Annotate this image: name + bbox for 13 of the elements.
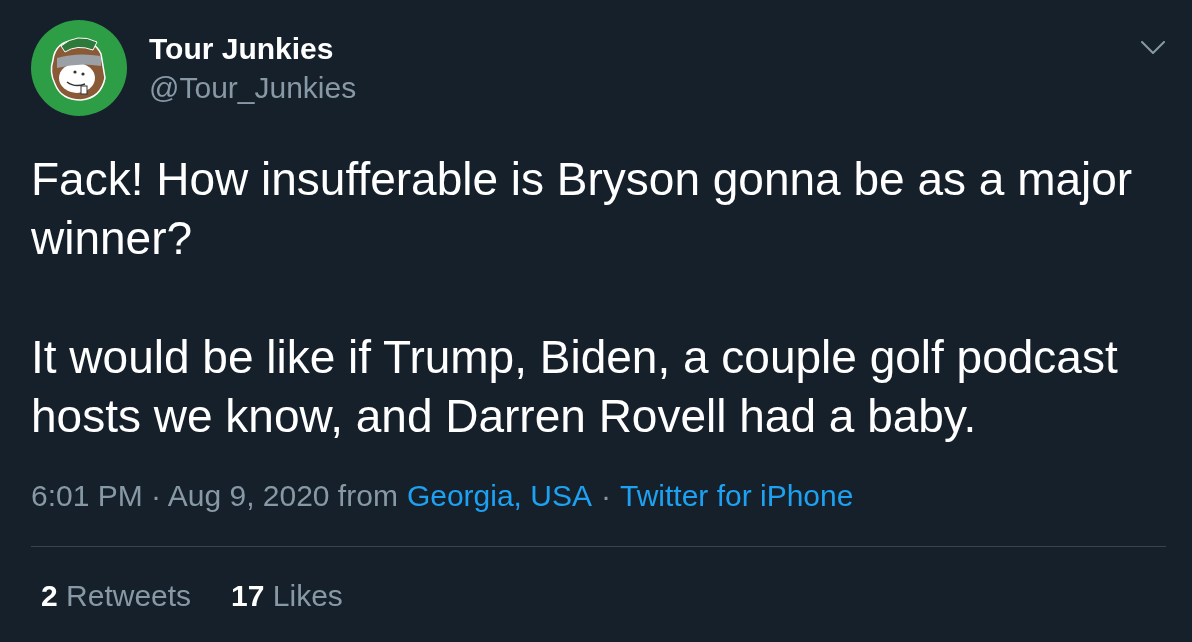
user-handle[interactable]: @Tour_Junkies	[149, 68, 357, 107]
tweet-meta-link[interactable]: Georgia, USA	[406, 478, 592, 514]
display-name[interactable]: Tour Junkies	[149, 29, 357, 68]
avatar-image[interactable]	[31, 20, 127, 116]
stat-link[interactable]: 2 Retweets	[41, 578, 192, 614]
tweet-meta-link[interactable]: Twitter for iPhone	[619, 478, 854, 514]
chevron-down-icon	[1141, 40, 1165, 54]
tweet-text: Fack! How insufferable is Bryson gonna be as a major winner?	[31, 152, 1134, 266]
tweet-text: It would be like if Trump, Biden, a couple golf podcast hosts we know, and Darren Rovell had a baby.	[31, 330, 1119, 444]
more-options-button[interactable]	[1140, 39, 1166, 55]
tweet-meta-text: ·	[600, 478, 611, 514]
tweet-meta-text: 6:01 PM · Aug 9, 2020 from	[31, 478, 398, 514]
stat-link[interactable]: 17 Likes	[231, 578, 343, 614]
